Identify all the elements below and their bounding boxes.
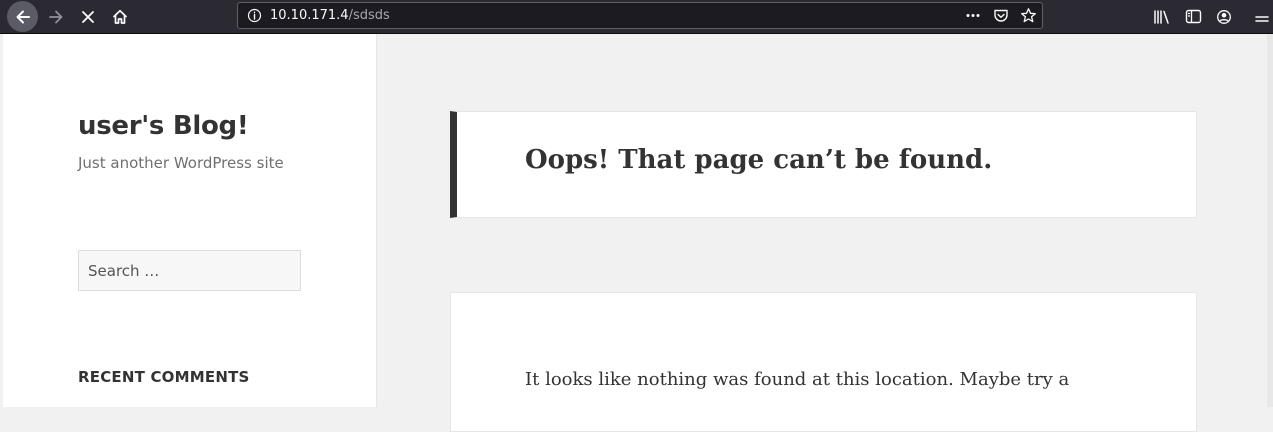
search-input[interactable]: Search … bbox=[78, 250, 301, 291]
stop-icon bbox=[80, 9, 96, 25]
pocket-icon[interactable] bbox=[993, 8, 1009, 23]
library-button[interactable] bbox=[1150, 1, 1174, 32]
home-icon bbox=[111, 8, 129, 26]
url-path: /sdsds bbox=[348, 8, 390, 23]
url-text[interactable]: 10.10.171.4/sdsds bbox=[270, 3, 390, 28]
star-icon[interactable] bbox=[1020, 7, 1037, 24]
sidebar-button[interactable] bbox=[1181, 1, 1205, 32]
home-button[interactable] bbox=[106, 1, 134, 32]
account-icon bbox=[1216, 9, 1232, 25]
address-bar[interactable]: 10.10.171.4/sdsds bbox=[237, 2, 1043, 29]
forward-arrow-icon bbox=[47, 8, 65, 26]
hamburger-menu-icon bbox=[1255, 10, 1269, 24]
back-button[interactable] bbox=[7, 1, 38, 32]
forward-button[interactable] bbox=[42, 1, 70, 32]
recent-comments-heading: RECENT COMMENTS bbox=[78, 368, 250, 386]
scrollbar[interactable] bbox=[1267, 34, 1273, 407]
site-tagline: Just another WordPress site bbox=[78, 154, 284, 172]
browser-toolbar: 10.10.171.4/sdsds bbox=[0, 0, 1273, 34]
stop-button[interactable] bbox=[74, 1, 102, 32]
blog-sidebar: user's Blog! Just another WordPress site… bbox=[3, 34, 377, 407]
sidebar-icon bbox=[1185, 9, 1202, 24]
site-title[interactable]: user's Blog! bbox=[78, 111, 249, 141]
page-body-text: It looks like nothing was found at this … bbox=[525, 369, 1070, 390]
page-title: Oops! That page can’t be found. bbox=[525, 145, 993, 175]
menu-button[interactable] bbox=[1252, 1, 1272, 32]
url-host: 10.10.171.4 bbox=[270, 8, 349, 23]
library-icon bbox=[1153, 9, 1171, 25]
more-icon[interactable] bbox=[965, 8, 981, 23]
page-viewport: user's Blog! Just another WordPress site… bbox=[0, 34, 1273, 432]
page-content-card: It looks like nothing was found at this … bbox=[450, 292, 1197, 432]
account-button[interactable] bbox=[1212, 1, 1236, 32]
back-arrow-icon bbox=[14, 8, 32, 26]
page-header-card: Oops! That page can’t be found. bbox=[450, 111, 1197, 218]
search-placeholder: Search … bbox=[88, 262, 160, 280]
info-icon[interactable] bbox=[247, 8, 262, 23]
